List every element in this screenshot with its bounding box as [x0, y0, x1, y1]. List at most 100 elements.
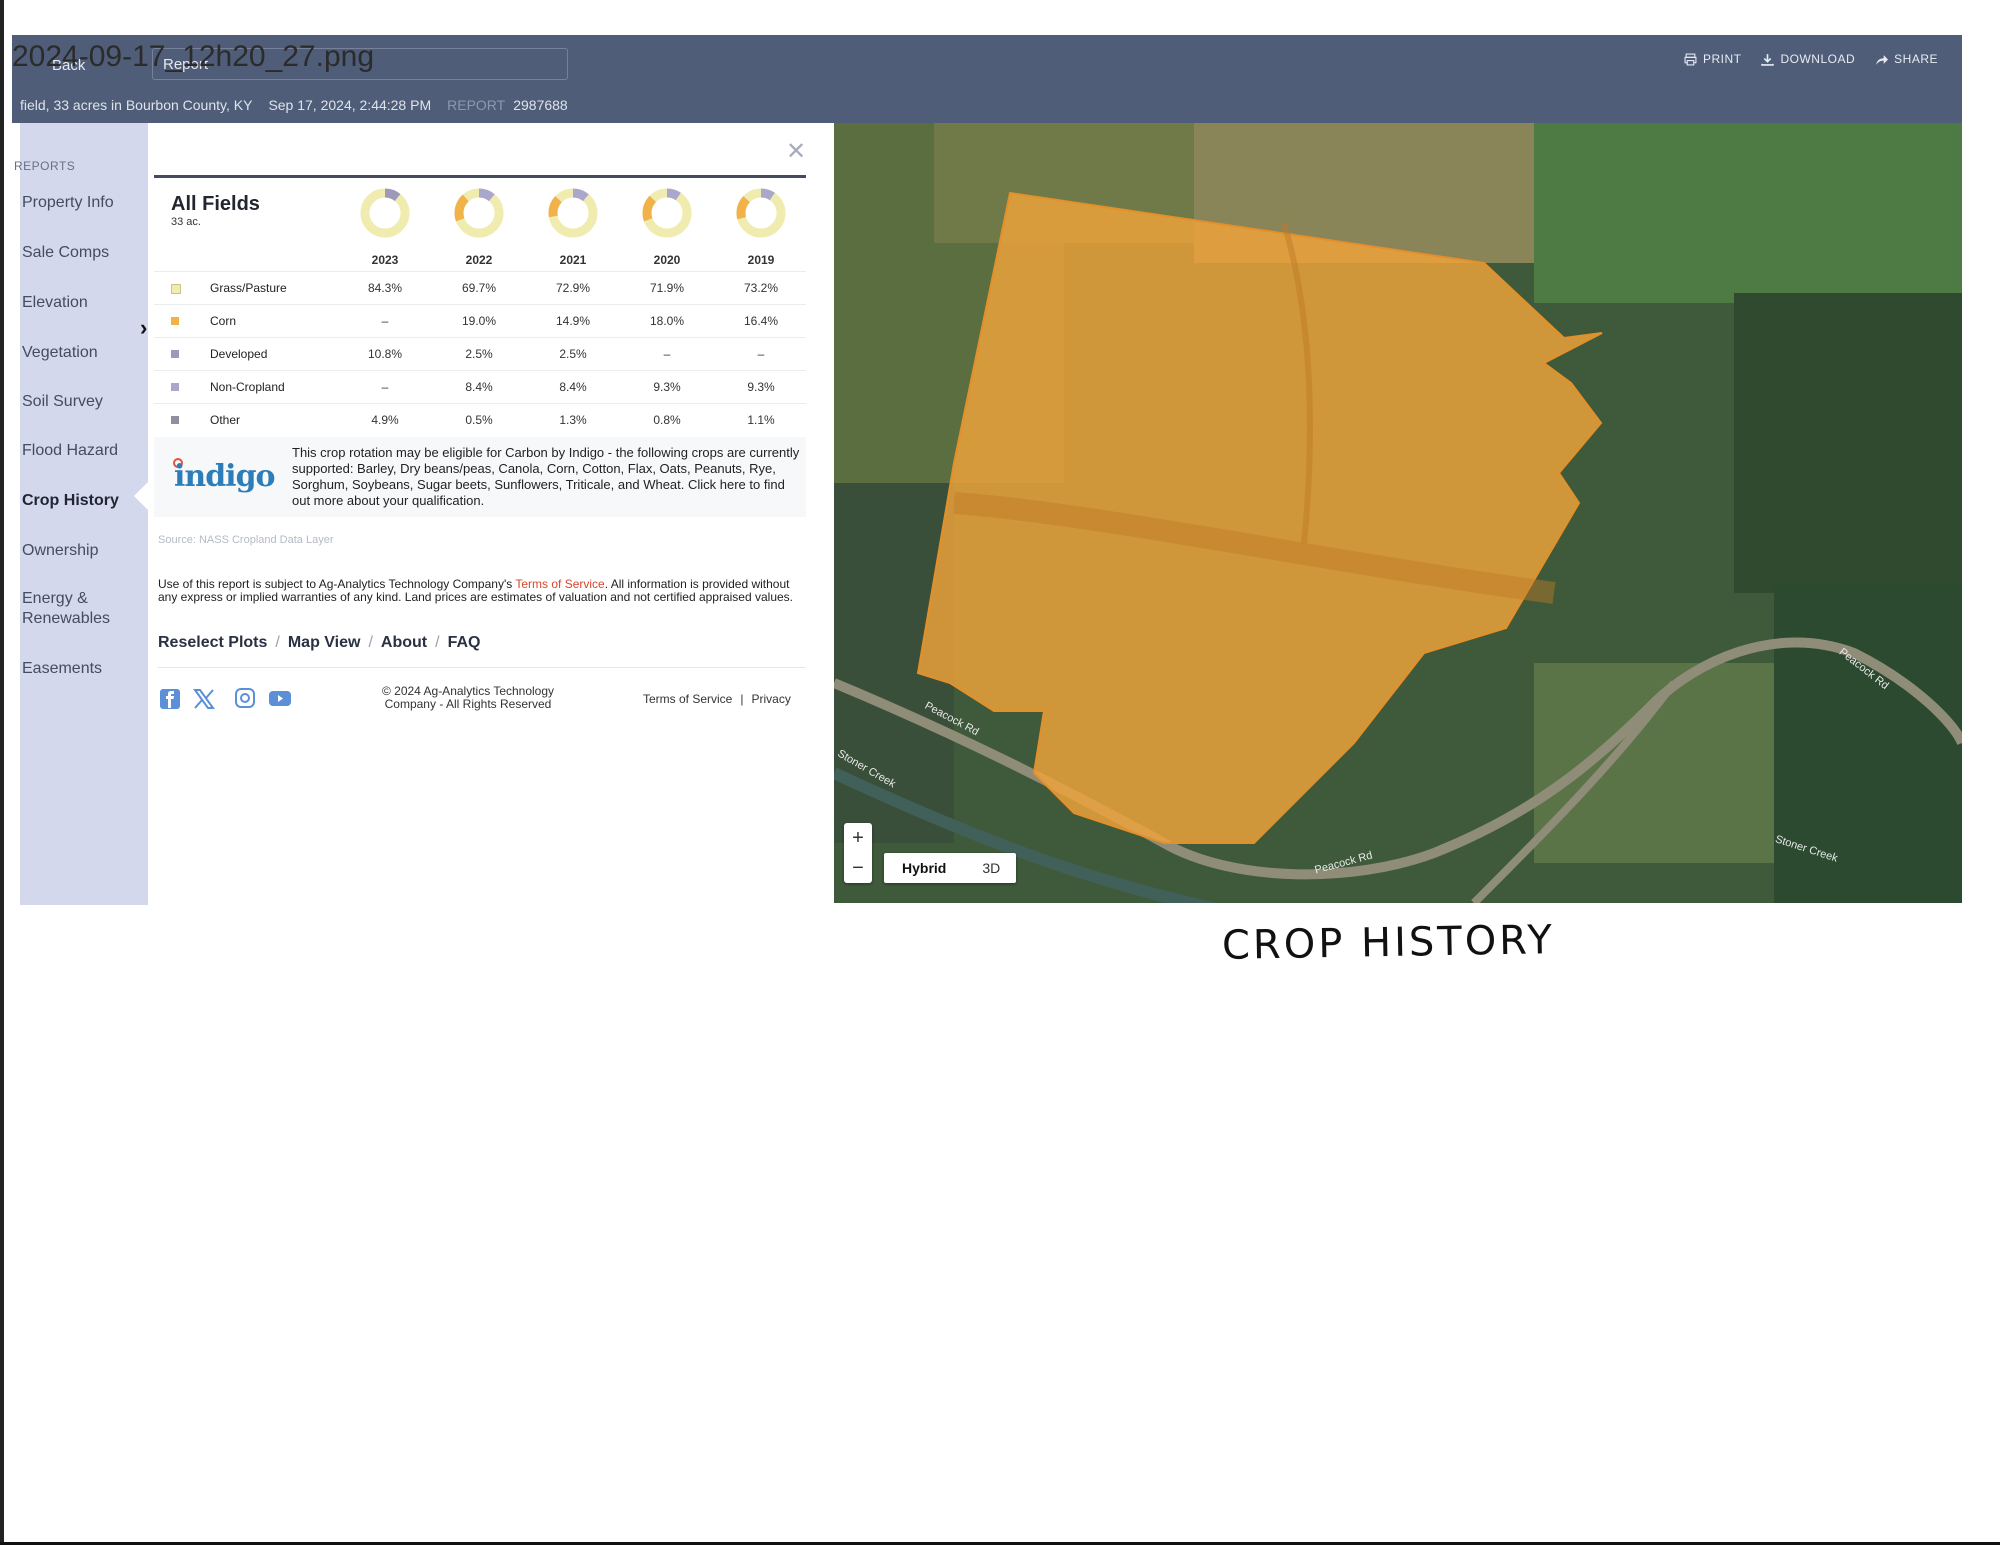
- sidebar-header: REPORTS: [14, 159, 76, 173]
- share-label: SHARE: [1894, 52, 1938, 66]
- table-cell: 2.5%: [465, 347, 493, 361]
- year-header: 2021: [559, 253, 587, 267]
- reselect-plots-link[interactable]: Reselect Plots: [158, 634, 267, 652]
- row-divider: [154, 403, 806, 404]
- crop-name: Grass/Pasture: [210, 281, 287, 295]
- satellite-map[interactable]: Peacock Rd Peacock Rd Peacock Rd Stoner …: [834, 123, 1962, 903]
- donut-2021: [548, 188, 598, 238]
- instagram-icon[interactable]: [233, 688, 257, 710]
- table-cell: 16.4%: [743, 314, 779, 328]
- row-divider: [154, 337, 806, 338]
- crop-name: Non-Cropland: [210, 380, 285, 394]
- zoom-control: + −: [844, 823, 872, 883]
- legend-swatch: [171, 317, 179, 325]
- table-cell: –: [663, 347, 671, 361]
- table-acres: 33 ac.: [171, 216, 201, 228]
- table-cell: 8.4%: [465, 380, 493, 394]
- donut-2020: [642, 188, 692, 238]
- report-subheader: field, 33 acres in Bourbon County, KY Se…: [20, 97, 568, 113]
- download-icon: [1761, 53, 1775, 66]
- table-cell: 84.3%: [367, 281, 403, 295]
- year-header: 2020: [653, 253, 681, 267]
- download-label: DOWNLOAD: [1780, 52, 1856, 66]
- sidebar-item-elevation[interactable]: Elevation: [22, 293, 88, 313]
- table-title: All Fields: [171, 193, 260, 215]
- legal-disclaimer: Use of this report is subject to Ag-Anal…: [158, 578, 808, 604]
- map-view-link[interactable]: Map View: [288, 634, 361, 652]
- link-separator: /: [368, 634, 373, 651]
- footer-links: Reselect Plots / Map View / About / FAQ: [158, 634, 480, 652]
- table-cell: 73.2%: [743, 281, 779, 295]
- table-cell: 1.1%: [747, 413, 775, 427]
- sidebar-item-vegetation[interactable]: Vegetation: [22, 343, 98, 363]
- share-button[interactable]: SHARE: [1875, 52, 1938, 66]
- indigo-logo: indigo: [174, 459, 276, 494]
- top-actions: PRINT DOWNLOAD SHARE: [1684, 52, 1938, 66]
- legal-text-before: Use of this report is subject to Ag-Anal…: [158, 577, 516, 591]
- table-cell: 10.8%: [367, 347, 403, 361]
- field-description: field, 33 acres in Bourbon County, KY: [20, 97, 253, 113]
- about-link[interactable]: About: [381, 634, 427, 652]
- terms-of-service-link[interactable]: Terms of Service: [643, 692, 732, 706]
- youtube-icon[interactable]: [268, 688, 292, 710]
- scan-edge: [0, 0, 4, 1545]
- chevron-right-icon: ›: [140, 315, 148, 340]
- link-separator: /: [435, 634, 440, 651]
- print-label: PRINT: [1702, 52, 1742, 66]
- sidebar-item-property-info[interactable]: Property Info: [22, 193, 114, 213]
- sidebar-item-ownership[interactable]: Ownership: [22, 541, 98, 561]
- faq-link[interactable]: FAQ: [448, 634, 481, 652]
- share-icon: [1876, 54, 1889, 65]
- sidebar-item-easements[interactable]: Easements: [22, 659, 102, 679]
- year-header: 2019: [747, 253, 775, 267]
- table-cell: 69.7%: [461, 281, 497, 295]
- donut-2022: [454, 188, 504, 238]
- sidebar-item-energy-renewables[interactable]: Energy & Renewables: [22, 589, 110, 629]
- donut-2023: [360, 188, 410, 238]
- sidebar-item-soil-survey[interactable]: Soil Survey: [22, 392, 103, 412]
- table-cell: 9.3%: [653, 380, 681, 394]
- crop-name: Other: [210, 413, 241, 427]
- privacy-link[interactable]: Privacy: [751, 692, 790, 706]
- table-cell: 18.0%: [649, 314, 685, 328]
- table-cell: 2.5%: [559, 347, 587, 361]
- table-cell: 8.4%: [559, 380, 587, 394]
- table-top-rule: [154, 175, 806, 178]
- zoom-out-button[interactable]: −: [844, 853, 872, 883]
- legend-swatch: [171, 350, 179, 358]
- row-divider: [154, 271, 806, 272]
- data-source: Source: NASS Cropland Data Layer: [158, 534, 334, 546]
- table-cell: 14.9%: [555, 314, 591, 328]
- print-button[interactable]: PRINT: [1684, 52, 1742, 66]
- crop-name: Developed: [210, 347, 268, 361]
- sidebar-item-crop-history[interactable]: Crop History: [22, 491, 119, 511]
- table-cell: 0.5%: [465, 413, 493, 427]
- table-cell: –: [381, 314, 389, 328]
- report-date: Sep 17, 2024, 2:44:28 PM: [268, 97, 432, 113]
- zoom-in-button[interactable]: +: [844, 823, 872, 853]
- table-cell: 71.9%: [649, 281, 685, 295]
- download-button[interactable]: DOWNLOAD: [1761, 52, 1855, 66]
- report-id: 2987688: [513, 97, 568, 113]
- close-icon[interactable]: ✕: [786, 137, 806, 166]
- table-cell: –: [381, 380, 389, 394]
- indigo-text: This crop rotation may be eligible for C…: [292, 445, 800, 508]
- printer-icon: [1684, 53, 1697, 65]
- reports-sidebar: REPORTS Property Info Sale Comps Elevati…: [14, 123, 148, 905]
- terms-link[interactable]: Terms of Service: [515, 577, 604, 591]
- x-icon[interactable]: [192, 688, 216, 710]
- active-indicator: [134, 482, 148, 510]
- sidebar-item-sale-comps[interactable]: Sale Comps: [22, 243, 109, 263]
- table-cell: 0.8%: [653, 413, 681, 427]
- table-cell: –: [757, 347, 765, 361]
- footer-separator: |: [740, 692, 744, 706]
- table-cell: 72.9%: [555, 281, 591, 295]
- sidebar-item-flood-hazard[interactable]: Flood Hazard: [22, 441, 118, 461]
- file-name-overlay: 2024-09-17_12h20_27.png: [12, 40, 375, 73]
- copyright: © 2024 Ag-Analytics Technology Company -…: [381, 684, 555, 711]
- facebook-icon[interactable]: [158, 688, 182, 710]
- year-header: 2023: [371, 253, 399, 267]
- table-cell: 19.0%: [461, 314, 497, 328]
- map-type-3d[interactable]: 3D: [964, 860, 1018, 876]
- map-type-hybrid[interactable]: Hybrid: [884, 860, 964, 876]
